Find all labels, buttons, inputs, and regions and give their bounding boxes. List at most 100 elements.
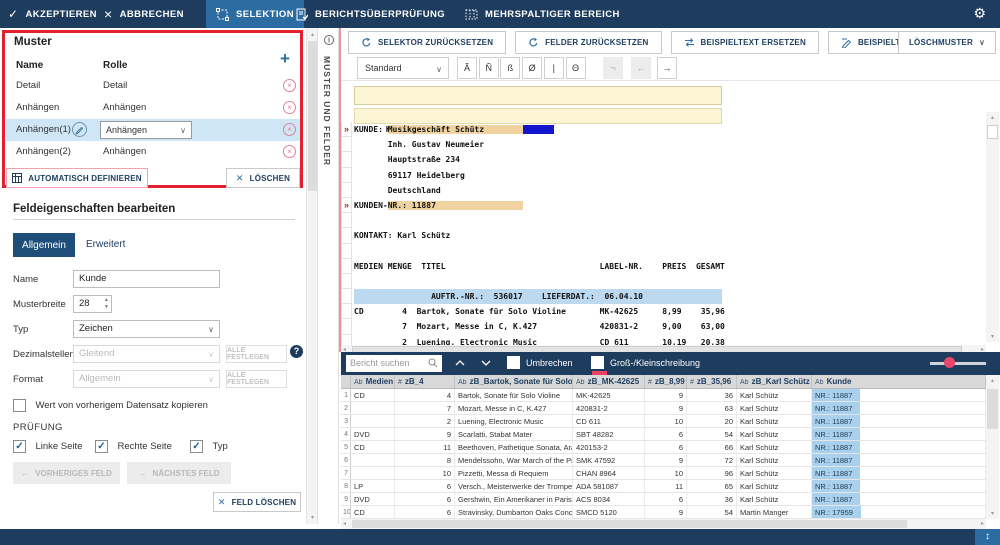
column-header[interactable]: AbzB_Karl Schütz (737, 375, 812, 388)
trap-char-button[interactable]: Θ (566, 57, 586, 79)
table-cell[interactable]: Karl Schütz (737, 467, 812, 479)
table-row[interactable]: 32Luening, Electronic MusicCD 6111020Kar… (341, 415, 986, 428)
musterbreite-stepper[interactable]: 28 ▲▼ (73, 295, 112, 313)
rolle-dropdown[interactable]: Anhängen ∨ (100, 121, 192, 139)
column-header[interactable]: #zB_8,99 (645, 375, 687, 388)
search-next-button[interactable] (479, 357, 497, 371)
table-cell[interactable]: CHAN 8964 (573, 467, 645, 479)
table-cell[interactable]: NR.: 11887 (812, 467, 986, 479)
table-cell[interactable]: 63 (687, 402, 737, 414)
column-header[interactable]: #zB_35,96 (687, 375, 737, 388)
table-cell[interactable]: 9 (645, 454, 687, 466)
accept-button[interactable]: ✓ AKZEPTIEREN (8, 0, 97, 28)
table-cell[interactable]: 2 (395, 415, 455, 427)
table-cell[interactable]: 8 (395, 454, 455, 466)
scroll-up-icon[interactable]: ▴ (986, 114, 999, 121)
table-cell[interactable]: Martin Manger (737, 506, 812, 518)
umbrechen-checkbox[interactable] (507, 356, 520, 369)
table-cell[interactable]: 11 (645, 480, 687, 492)
table-cell[interactable]: Karl Schütz (737, 480, 812, 492)
table-cell[interactable]: DVD (351, 428, 395, 440)
table-cell[interactable]: 9 (395, 428, 455, 440)
table-cell[interactable]: Mendelssohn, War March of the Priests (455, 454, 573, 466)
cancel-button[interactable]: × ABBRECHEN (104, 0, 184, 28)
trap-edit-line[interactable]: kunde (354, 86, 722, 105)
report-line[interactable]: »KUNDEN-NR.: 11887 (341, 198, 986, 213)
report-line[interactable]: KONTAKT: Karl Schütz (341, 228, 986, 243)
table-cell[interactable]: Karl Schütz (737, 389, 812, 401)
table-row[interactable]: 5CD11Beethoven, Pathetique Sonata, Arau4… (341, 441, 986, 454)
resize-panel-button[interactable]: ↕ (975, 529, 1000, 545)
table-cell[interactable]: 10 (645, 467, 687, 479)
table-cell[interactable]: 10 (645, 415, 687, 427)
table-cell[interactable]: 6 (645, 493, 687, 505)
trap-style-dropdown[interactable]: Standard ∨ (357, 57, 449, 79)
report-line[interactable]: 2 Luening, Electronic Music CD 611 10,19… (341, 335, 986, 345)
report-line[interactable] (341, 213, 986, 228)
muster-row-selected[interactable]: Anhängen(1) Anhängen ∨ × (6, 119, 300, 141)
edit-pencil-icon[interactable] (72, 122, 87, 137)
table-cell[interactable]: NR.: 11887 (812, 428, 986, 440)
tab-mehrspaltiger-bereich[interactable]: MEHRSPALTIGER BEREICH (455, 0, 630, 28)
table-cell[interactable]: 10 (395, 467, 455, 479)
table-cell[interactable]: 54 (687, 506, 737, 518)
checkbox-checked-icon[interactable]: ✓ (190, 440, 203, 453)
table-cell[interactable] (351, 415, 395, 427)
feld-loeschen-button[interactable]: ✕ FELD LÖSCHEN (213, 492, 301, 512)
table-cell[interactable]: 96 (687, 467, 737, 479)
report-line[interactable]: AUFTR.-NR.: 536017 LIEFERDAT.: 06.04.10 (341, 289, 986, 304)
table-row[interactable]: 4DVD9Scarlatti, Stabat MaterSBT 48282654… (341, 428, 986, 441)
gross-klein-checkbox[interactable] (591, 356, 604, 369)
felder-zuruecksetzen-button[interactable]: FELDER ZURÜCKSETZEN (515, 31, 661, 54)
report-line[interactable]: 7 Mozart, Messe in C, K.427 420831-2 9,0… (341, 319, 986, 334)
delete-muster-icon[interactable]: × (283, 145, 296, 158)
table-cell[interactable]: 36 (687, 493, 737, 505)
search-input[interactable]: Bericht suchen (346, 355, 442, 372)
column-header[interactable]: AbzB_MK-42625 (573, 375, 645, 388)
check-typ[interactable]: ✓ Typ (190, 438, 228, 456)
report-line[interactable] (341, 244, 986, 259)
table-cell[interactable]: Karl Schütz (737, 493, 812, 505)
table-cell[interactable]: NR.: 11887 (812, 389, 986, 401)
table-cell[interactable] (351, 454, 395, 466)
column-header[interactable]: #zB_4 (395, 375, 455, 388)
check-rechte-seite[interactable]: ✓ Rechte Seite (95, 438, 172, 456)
table-cell[interactable]: 6 (395, 493, 455, 505)
table-cell[interactable]: 6 (645, 428, 687, 440)
table-cell[interactable]: Stravinsky, Dumbarton Oaks Concerto (455, 506, 573, 518)
gear-icon[interactable]: ⚙ (973, 5, 986, 22)
table-cell[interactable]: SMCD 5120 (573, 506, 645, 518)
table-cell[interactable]: ACS 8034 (573, 493, 645, 505)
selektor-zuruecksetzen-button[interactable]: SELEKTOR ZURÜCKSETZEN (348, 31, 506, 54)
table-cell[interactable]: Karl Schütz (737, 454, 812, 466)
table-cell[interactable]: SMK 47592 (573, 454, 645, 466)
typ-dropdown[interactable]: Zeichen ∨ (73, 320, 220, 338)
column-header[interactable]: AbMedien (351, 375, 395, 388)
table-cell[interactable]: NR.: 11887 (812, 454, 986, 466)
table-row[interactable]: 1CD4Bartok, Sonate für Solo ViolineMK-42… (341, 389, 986, 402)
report-line[interactable]: 69117 Heidelberg (341, 168, 986, 183)
table-row[interactable]: 27Mozart, Messe in C, K.427420831-2963Ka… (341, 402, 986, 415)
table-cell[interactable]: 4 (395, 389, 455, 401)
checkbox-checked-icon[interactable]: ✓ (95, 440, 108, 453)
table-cell[interactable]: 36 (687, 389, 737, 401)
trap-char-button[interactable]: Ã (457, 57, 477, 79)
trap-char-button[interactable]: Ø (522, 57, 542, 79)
table-cell[interactable]: SBT 48282 (573, 428, 645, 440)
automatisch-definieren-button[interactable]: AUTOMATISCH DEFINIEREN (6, 168, 148, 188)
table-cell[interactable]: Scarlatti, Stabat Mater (455, 428, 573, 440)
delete-muster-icon[interactable]: × (283, 79, 296, 92)
table-cell[interactable]: 11 (395, 441, 455, 453)
trap-char-button[interactable]: | (544, 57, 564, 79)
trap-char-button[interactable]: ß (500, 57, 520, 79)
zoom-slider-knob[interactable] (944, 357, 955, 368)
table-cell[interactable] (351, 467, 395, 479)
spinner-arrows-icon[interactable]: ▲▼ (104, 297, 109, 311)
beispieltext-ersetzen-button[interactable]: BEISPIELTEXT ERSETZEN (671, 31, 819, 54)
loeschen-button[interactable]: ✕ LÖSCHEN (226, 168, 300, 188)
table-horizontal-scrollbar[interactable]: ◂ ▸ (341, 519, 986, 529)
table-cell[interactable] (351, 402, 395, 414)
report-line[interactable] (341, 274, 986, 289)
table-cell[interactable]: CD 611 (573, 415, 645, 427)
scroll-down-icon[interactable]: ▾ (986, 333, 999, 340)
